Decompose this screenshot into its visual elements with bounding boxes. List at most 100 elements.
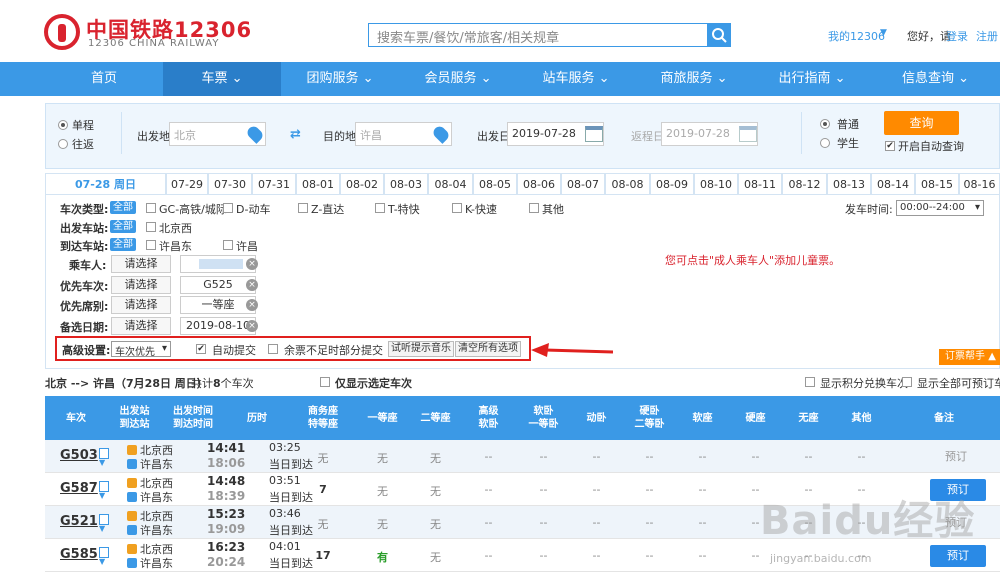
alt-date-pick-button[interactable]: 请选择: [111, 317, 171, 335]
train-info-icon[interactable]: ▼: [99, 514, 109, 533]
child-notice: 您可点击"成人乘车人"添加儿童票。: [665, 254, 841, 267]
all-tag[interactable]: 全部: [110, 238, 136, 251]
depart-time-select[interactable]: 00:00--24:00 ▾: [896, 200, 984, 216]
train-info-icon[interactable]: ▼: [99, 448, 109, 467]
only-selected-label: 仅显示选定车次: [335, 377, 412, 390]
train-info-icon[interactable]: ▼: [99, 547, 109, 566]
student-radio[interactable]: [820, 138, 830, 148]
nav-group[interactable]: 团购服务 ⌄: [281, 62, 399, 96]
nav-home[interactable]: 首页: [45, 62, 163, 96]
train-number-link[interactable]: G521: [60, 514, 98, 529]
calendar-icon[interactable]: [739, 126, 757, 142]
prio-seat-pick-button[interactable]: 请选择: [111, 296, 171, 314]
chevron-down-icon: ⌄: [834, 71, 846, 86]
second-class-count: 无: [430, 551, 441, 564]
station-label: 许昌: [236, 240, 258, 253]
station-checkbox[interactable]: [146, 222, 156, 232]
alt-date-value: 2019-08-10: [180, 317, 256, 335]
date-tab[interactable]: 08-14: [871, 173, 915, 195]
date-tab[interactable]: 08-04: [428, 173, 473, 195]
column-header: 软座: [692, 412, 713, 424]
clear-icon[interactable]: ×: [246, 320, 258, 332]
search-input[interactable]: 搜索车票/餐饮/常旅客/相关规章: [368, 23, 708, 47]
divider: [801, 112, 802, 154]
date-tab[interactable]: 08-13: [827, 173, 871, 195]
seat-count: --: [592, 450, 601, 463]
date-tab[interactable]: 08-12: [782, 173, 827, 195]
nav-member[interactable]: 会员服务 ⌄: [399, 62, 517, 96]
one-way-radio[interactable]: [58, 120, 68, 130]
prio-train-value: G525: [180, 276, 256, 294]
date-tab[interactable]: 08-16: [959, 173, 1000, 195]
seat-count: --: [592, 516, 601, 529]
calendar-icon[interactable]: [585, 126, 603, 142]
train-number-link[interactable]: G585: [60, 547, 98, 562]
normal-radio[interactable]: [820, 119, 830, 129]
date-tab[interactable]: 08-09: [650, 173, 694, 195]
seat-count: --: [592, 483, 601, 496]
clear-icon[interactable]: ×: [246, 299, 258, 311]
type-checkbox[interactable]: [452, 203, 462, 213]
type-checkbox[interactable]: [529, 203, 539, 213]
nav-tickets[interactable]: 车票 ⌄: [163, 62, 281, 96]
date-tab[interactable]: 08-08: [605, 173, 650, 195]
column-header[interactable]: 出发站 到达站: [107, 396, 162, 440]
date-tab[interactable]: 07-29: [166, 173, 208, 195]
column-header: 车次: [66, 412, 86, 424]
clear-icon[interactable]: ×: [246, 279, 258, 291]
station-checkbox[interactable]: [146, 240, 156, 250]
query-button[interactable]: 查询: [884, 111, 959, 135]
type-checkbox[interactable]: [298, 203, 308, 213]
brand-subtitle: 12306 CHINA RAILWAY: [88, 38, 220, 49]
clear-icon[interactable]: ×: [246, 258, 258, 270]
nav-info[interactable]: 信息查询 ⌄: [871, 62, 1000, 96]
column-header[interactable]: 历时: [224, 396, 290, 440]
book-button[interactable]: 预订: [930, 545, 986, 567]
swap-icon[interactable]: ⇄: [290, 127, 301, 142]
type-checkbox[interactable]: [146, 203, 156, 213]
passenger-pick-button[interactable]: 请选择: [111, 255, 171, 273]
all-tag[interactable]: 全部: [110, 220, 136, 233]
column-header[interactable]: 出发时间 到达时间: [162, 396, 224, 440]
date-tab-active[interactable]: 07-28 周日: [45, 173, 166, 195]
date-tab[interactable]: 08-02: [340, 173, 384, 195]
show-all-checkbox[interactable]: [902, 377, 912, 387]
type-label: K-快速: [465, 203, 498, 216]
passenger-label: 乘车人:: [69, 259, 107, 272]
all-tag[interactable]: 全部: [110, 201, 136, 214]
date-tab[interactable]: 07-30: [208, 173, 252, 195]
date-tab[interactable]: 08-01: [296, 173, 340, 195]
prio-train-pick-button[interactable]: 请选择: [111, 276, 171, 294]
only-selected-checkbox[interactable]: [320, 377, 330, 387]
date-tab[interactable]: 08-11: [738, 173, 782, 195]
date-tab[interactable]: 08-10: [694, 173, 738, 195]
search-button[interactable]: [707, 23, 731, 47]
login-link[interactable]: 登录: [946, 28, 968, 44]
train-info-icon[interactable]: ▼: [99, 481, 109, 500]
station-checkbox[interactable]: [223, 240, 233, 250]
train-number-link[interactable]: G587: [60, 481, 98, 496]
round-trip-radio[interactable]: [58, 139, 68, 149]
to-station-name: 许昌东: [140, 491, 173, 504]
date-tab[interactable]: 08-03: [384, 173, 428, 195]
register-link[interactable]: 注册: [976, 28, 998, 44]
seat-count: --: [645, 516, 654, 529]
date-tab[interactable]: 08-07: [561, 173, 605, 195]
train-number-link[interactable]: G503: [60, 448, 98, 463]
date-tab[interactable]: 08-15: [915, 173, 959, 195]
chevron-down-icon: ⌄: [958, 71, 970, 86]
show-points-checkbox[interactable]: [805, 377, 815, 387]
nav-guide[interactable]: 出行指南 ⌄: [753, 62, 871, 96]
seat-count: --: [645, 549, 654, 562]
seat-count: --: [592, 549, 601, 562]
my-12306-link[interactable]: 我的12306: [828, 28, 885, 44]
nav-station[interactable]: 站车服务 ⌄: [517, 62, 635, 96]
date-tab[interactable]: 08-06: [517, 173, 561, 195]
type-checkbox[interactable]: [223, 203, 233, 213]
type-checkbox[interactable]: [375, 203, 385, 213]
booking-helper-button[interactable]: 订票帮手 ▲: [939, 349, 1000, 365]
nav-business[interactable]: 商旅服务 ⌄: [635, 62, 753, 96]
auto-query-checkbox[interactable]: [885, 141, 895, 151]
date-tab[interactable]: 07-31: [252, 173, 296, 195]
date-tab[interactable]: 08-05: [473, 173, 517, 195]
